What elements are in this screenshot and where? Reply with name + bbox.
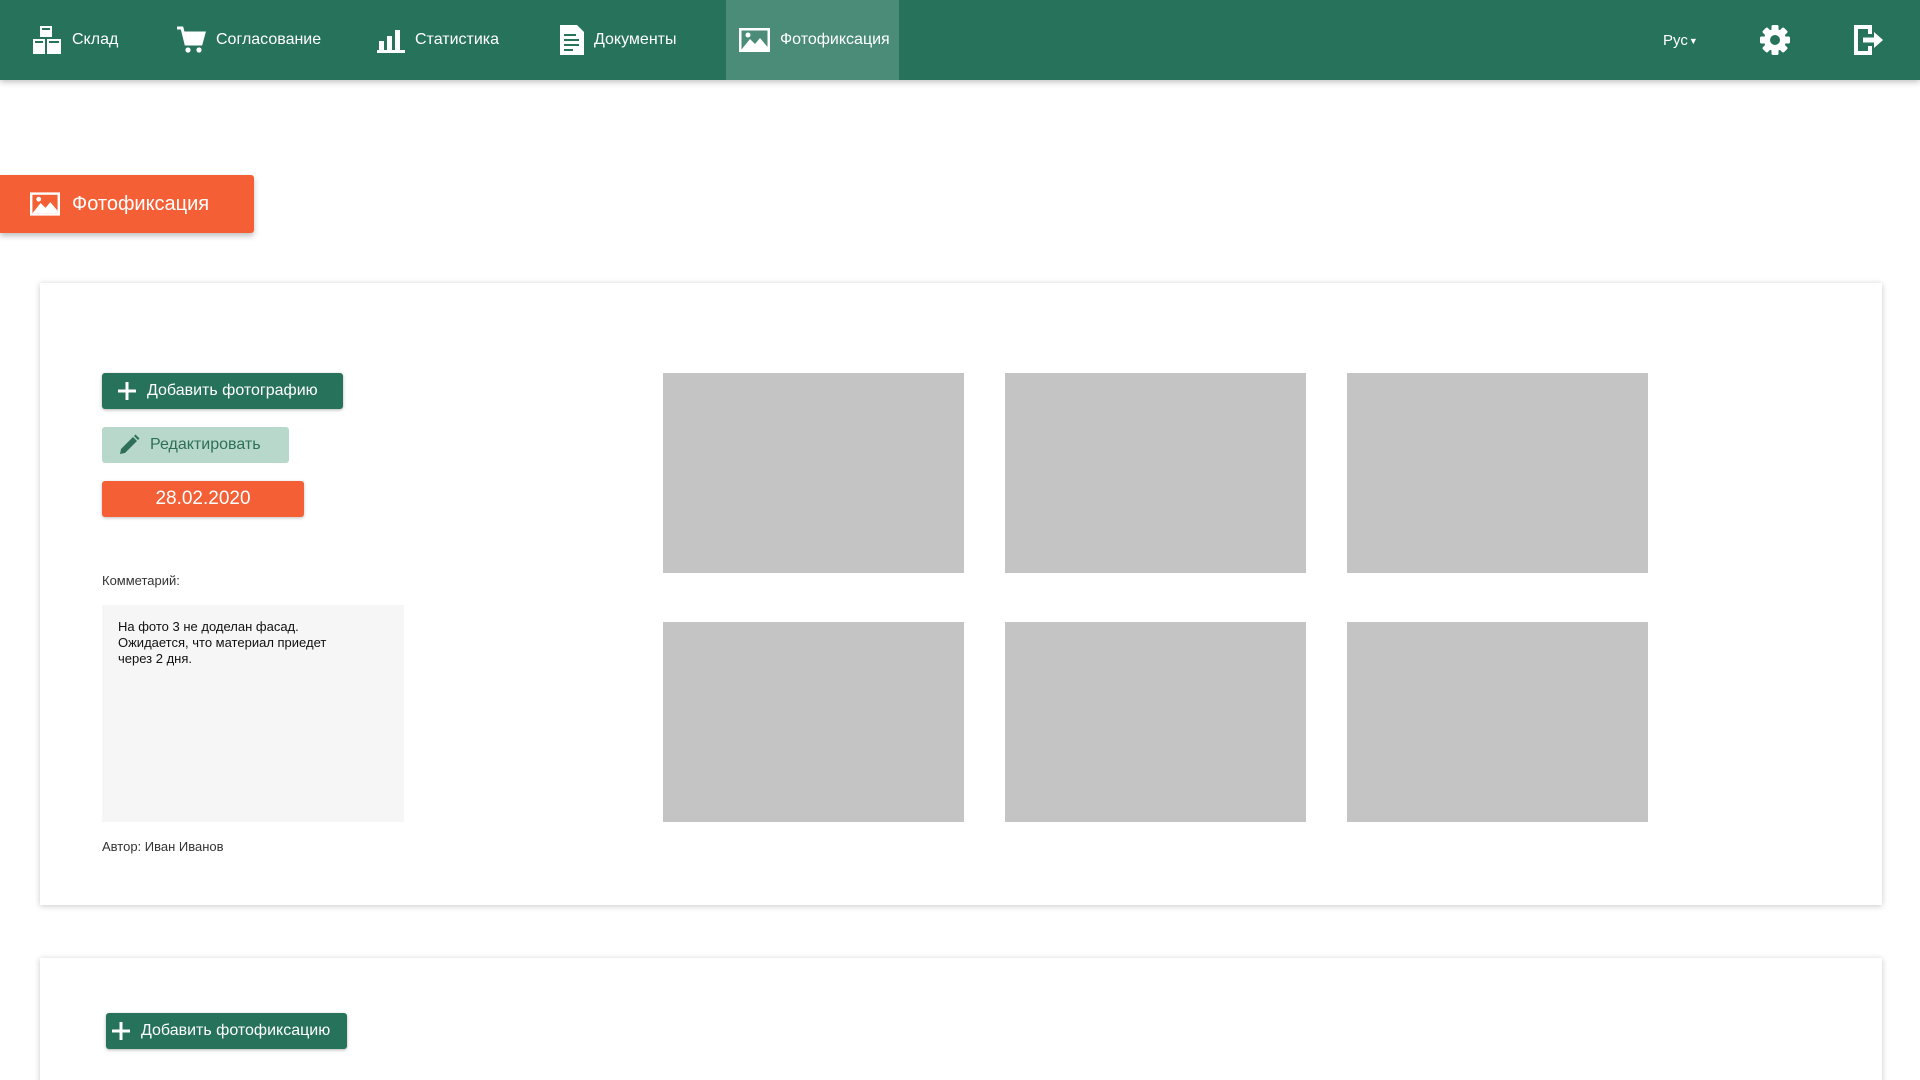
logout-button[interactable] xyxy=(1851,23,1885,57)
nav-item-label: Склад xyxy=(72,31,119,48)
document-icon xyxy=(560,25,584,55)
settings-button[interactable] xyxy=(1758,23,1792,57)
section-title: Фотофиксация xyxy=(72,192,210,215)
edit-button[interactable]: Редактировать xyxy=(102,427,289,463)
cart-icon xyxy=(176,26,206,54)
nav-item-label: Статистика xyxy=(415,31,500,48)
plus-icon xyxy=(117,381,137,401)
nav-item-label: Согласование xyxy=(216,31,322,48)
pencil-icon xyxy=(118,434,140,456)
plus-icon xyxy=(111,1021,131,1041)
nav-item-documents[interactable]: Документы xyxy=(560,0,676,80)
comment-label: Комметарий: xyxy=(102,573,180,588)
nav-item-approval[interactable]: Согласование xyxy=(176,0,321,80)
photo-thumbnail-1[interactable] xyxy=(663,373,964,573)
nav-item-photofixation[interactable]: Фотофиксация xyxy=(726,0,899,80)
top-navigation-bar: Склад Согласование Статистика Документы … xyxy=(0,0,1920,80)
photofixation-record-card: Добавить фотографию Редактировать 28.02.… xyxy=(40,283,1882,905)
image-icon xyxy=(30,192,60,216)
date-badge[interactable]: 28.02.2020 xyxy=(102,481,304,517)
record-date: 28.02.2020 xyxy=(155,488,251,509)
language-selector[interactable]: Рус ▼ xyxy=(1663,0,1698,80)
caret-down-icon: ▼ xyxy=(1688,35,1698,46)
photo-thumbnail-2[interactable] xyxy=(1005,373,1306,573)
add-photofixation-button[interactable]: Добавить фотофиксацию xyxy=(106,1013,347,1049)
add-photo-label: Добавить фотографию xyxy=(147,382,318,399)
language-label: Рус xyxy=(1663,31,1688,49)
author-label: Автор: Иван Иванов xyxy=(102,839,224,854)
photo-thumbnail-5[interactable] xyxy=(1005,622,1306,822)
add-fixation-card: Добавить фотофиксацию xyxy=(40,958,1882,1080)
gear-icon xyxy=(1760,25,1790,55)
nav-item-label: Документы xyxy=(594,31,677,48)
nav-item-statistics[interactable]: Статистика xyxy=(377,0,499,80)
edit-label: Редактировать xyxy=(150,436,261,453)
comment-text: На фото 3 не доделан фасад. Ожидается, ч… xyxy=(102,605,404,822)
bar-chart-icon xyxy=(377,27,405,53)
photo-thumbnail-3[interactable] xyxy=(1347,373,1648,573)
logout-icon xyxy=(1854,25,1883,55)
photo-thumbnail-4[interactable] xyxy=(663,622,964,822)
warehouse-icon xyxy=(32,25,62,55)
add-photofixation-label: Добавить фотофиксацию xyxy=(141,1022,331,1039)
nav-item-label: Фотофиксация xyxy=(780,31,890,48)
image-icon xyxy=(739,28,770,52)
photo-thumbnail-6[interactable] xyxy=(1347,622,1648,822)
section-title-tab: Фотофиксация xyxy=(0,175,254,233)
nav-item-warehouse[interactable]: Склад xyxy=(32,0,118,80)
add-photo-button[interactable]: Добавить фотографию xyxy=(102,373,343,409)
